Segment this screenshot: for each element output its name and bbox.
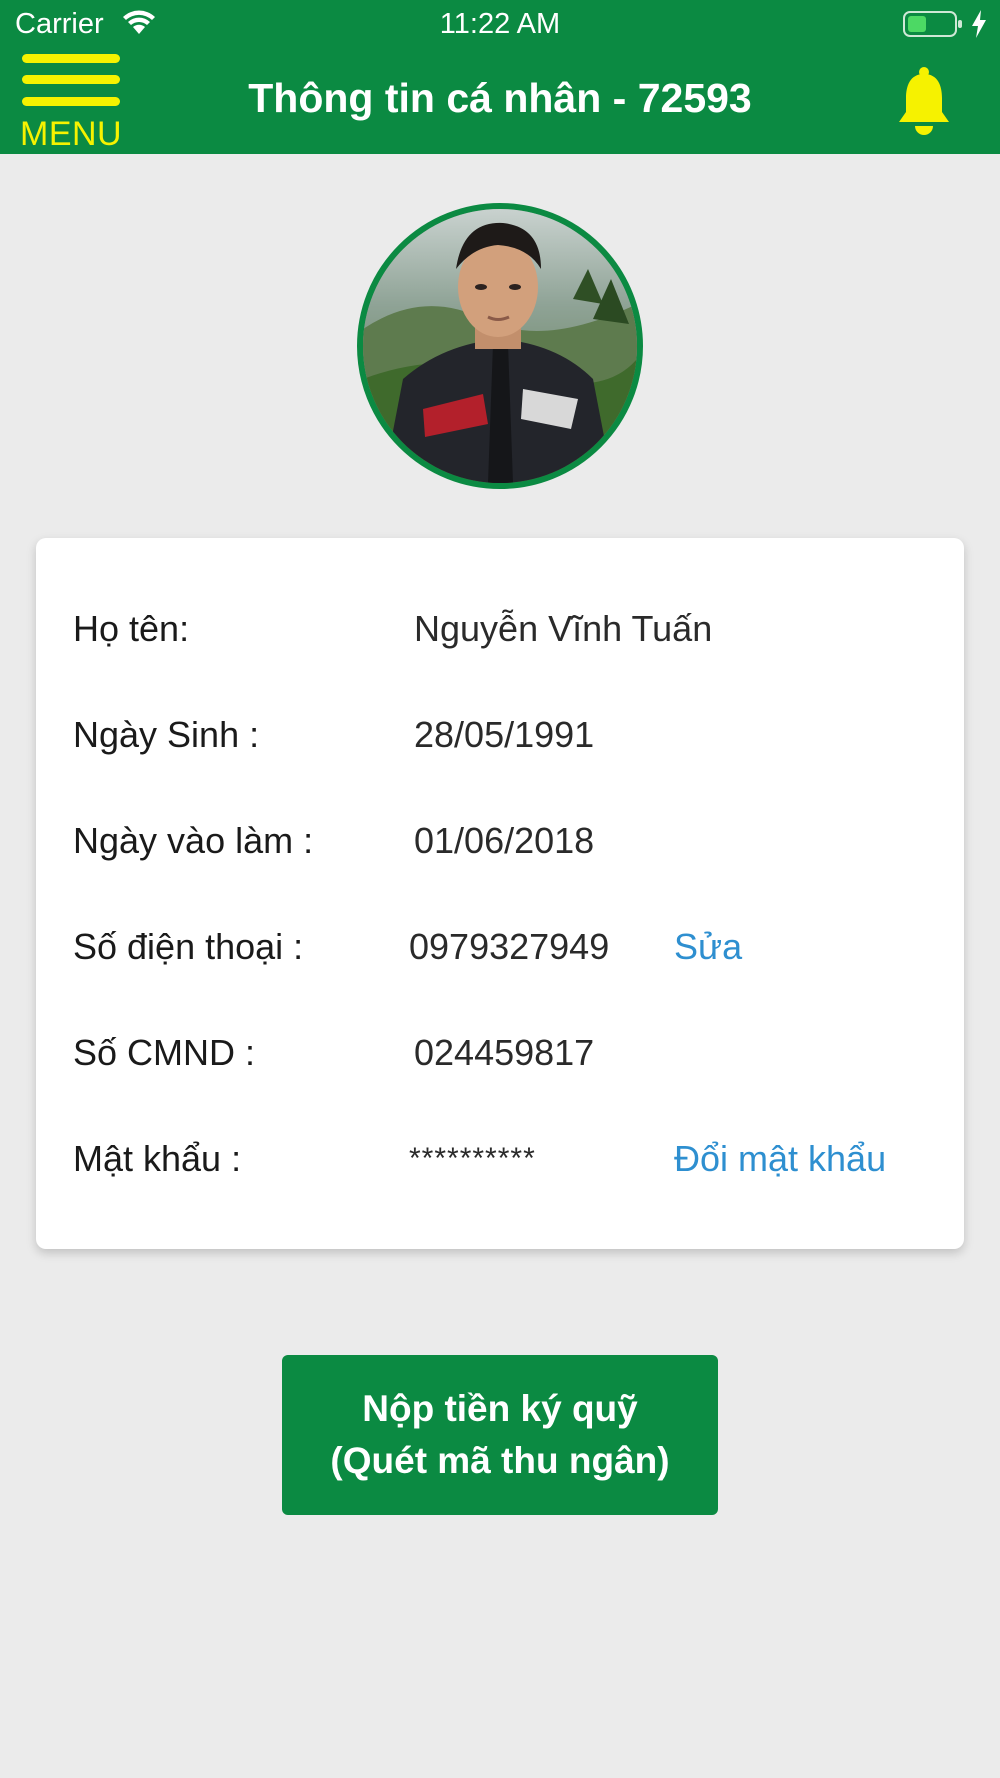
profile-photo	[363, 209, 637, 483]
phone-label: Số điện thoại :	[73, 926, 304, 967]
row-full-name: Họ tên: Nguyễn Vĩnh Tuấn	[36, 600, 964, 660]
charging-bolt-icon	[972, 10, 986, 38]
status-bar: Carrier 11:22 AM	[0, 0, 1000, 50]
bell-icon[interactable]	[895, 66, 953, 138]
full-name-label: Họ tên:	[73, 608, 190, 649]
phone-value: 0979327949	[409, 926, 610, 967]
start-date-value: 01/06/2018	[414, 820, 595, 861]
deposit-button[interactable]: Nộp tiền ký quỹ (Quét mã thu ngân)	[282, 1355, 718, 1515]
id-number-label: Số CMND :	[73, 1032, 256, 1073]
row-birth-date: Ngày Sinh : 28/05/1991	[36, 706, 964, 766]
hamburger-icon	[22, 54, 120, 63]
id-number-value: 024459817	[414, 1032, 595, 1073]
full-name-value: Nguyễn Vĩnh Tuấn	[414, 608, 713, 649]
edit-phone-link[interactable]: Sửa	[674, 926, 742, 968]
row-phone: Số điện thoại : 0979327949 Sửa	[36, 918, 964, 978]
battery-icon	[903, 11, 962, 37]
deposit-button-line2: (Quét mã thu ngân)	[330, 1440, 670, 1481]
menu-button[interactable]: MENU	[20, 52, 124, 153]
clock: 11:22 AM	[439, 8, 561, 40]
avatar	[357, 203, 643, 489]
top-app-bar: Carrier 11:22 AM MENU Thông tin cá nhân …	[0, 0, 1000, 154]
row-id-number: Số CMND : 024459817	[36, 1024, 964, 1084]
password-label: Mật khẩu :	[73, 1138, 242, 1179]
profile-card: Họ tên: Nguyễn Vĩnh Tuấn Ngày Sinh : 28/…	[36, 538, 964, 1249]
birth-date-value: 28/05/1991	[414, 714, 595, 755]
birth-date-label: Ngày Sinh :	[73, 714, 260, 755]
menu-label: MENU	[20, 115, 123, 153]
password-value: **********	[409, 1142, 536, 1175]
change-password-link[interactable]: Đổi mật khẩu	[674, 1138, 886, 1180]
start-date-label: Ngày vào làm :	[73, 820, 314, 861]
row-password: Mật khẩu : ********** Đổi mật khẩu	[36, 1130, 964, 1190]
row-start-date: Ngày vào làm : 01/06/2018	[36, 812, 964, 872]
page-title: Thông tin cá nhân - 72593	[248, 75, 752, 121]
deposit-button-line1: Nộp tiền ký quỹ	[362, 1388, 638, 1429]
